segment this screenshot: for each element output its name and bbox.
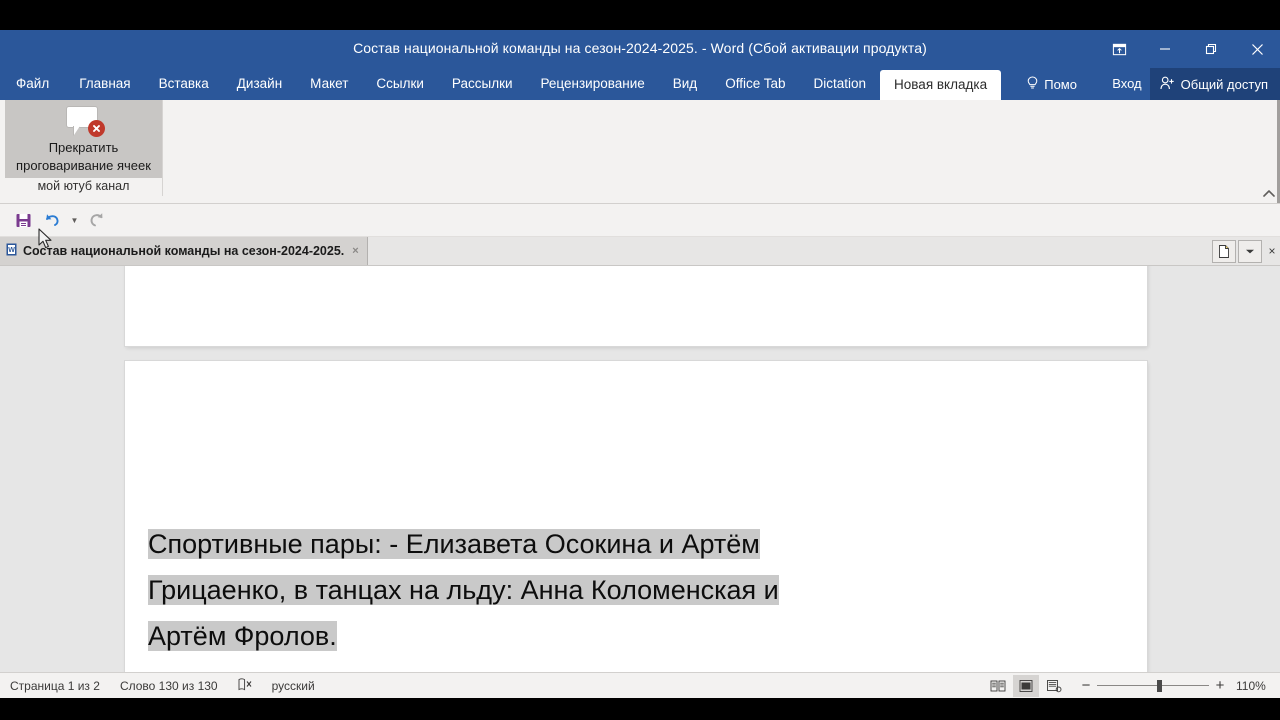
stop-speaking-cells-label: Прекратить проговаривание ячеек [16, 140, 151, 173]
svg-text:W: W [8, 247, 15, 254]
tab-mailings[interactable]: Рассылки [438, 68, 527, 100]
ribbon-tab-strip: Файл Главная Вставка Дизайн Макет Ссылки… [0, 68, 1280, 100]
ribbon-group-label: мой ютуб канал [37, 179, 130, 193]
status-bar: Страница 1 из 2 Слово 130 из 130 русский… [0, 672, 1280, 698]
quick-access-toolbar: ▼ [0, 204, 1280, 237]
share-person-icon [1160, 76, 1175, 93]
tab-insert[interactable]: Вставка [145, 68, 223, 100]
tell-me-box[interactable]: Помо [1018, 68, 1104, 100]
office-tab-bar: W Состав национальной команды на сезон-2… [0, 237, 1280, 266]
screen-letterbox-top [0, 0, 1280, 30]
document-tab-title: Состав национальной команды на сезон-202… [23, 244, 345, 258]
document-line-3-text: Артём Фролов. [148, 621, 337, 651]
stop-speaking-cells-button[interactable]: Прекратить проговаривание ячеек [5, 100, 162, 178]
office-tab-bar-controls: × [1212, 237, 1280, 265]
ribbon-display-options-icon[interactable] [1096, 30, 1142, 68]
screen: Состав национальной команды на сезон-202… [0, 0, 1280, 720]
new-document-icon[interactable] [1212, 239, 1236, 263]
speech-bubble-error-icon [63, 106, 105, 138]
close-icon[interactable] [1234, 30, 1280, 68]
document-line-1: Спортивные пары: - Елизавета Осокина и А… [148, 521, 908, 567]
save-icon[interactable] [10, 207, 36, 233]
error-badge-icon [87, 120, 105, 137]
zoom-slider-thumb[interactable] [1157, 679, 1162, 692]
zoom-slider[interactable] [1097, 679, 1209, 693]
tab-design[interactable]: Дизайн [223, 68, 296, 100]
undo-icon[interactable] [39, 207, 65, 233]
word-window: Состав национальной команды на сезон-202… [0, 30, 1280, 698]
collapse-ribbon-icon[interactable] [1262, 187, 1276, 201]
status-bar-right: − + 110% [985, 673, 1280, 698]
office-tab-menu-icon[interactable] [1238, 239, 1262, 263]
screen-letterbox-bottom [0, 698, 1280, 720]
page-indicator[interactable]: Страница 1 из 2 [0, 679, 110, 693]
tab-review[interactable]: Рецензирование [527, 68, 659, 100]
window-title: Состав национальной команды на сезон-202… [353, 40, 927, 56]
undo-dropdown-icon[interactable]: ▼ [68, 207, 81, 233]
document-line-1-text: Спортивные пары: - Елизавета Осокина и А… [148, 529, 760, 559]
minimize-icon[interactable] [1142, 30, 1188, 68]
tab-view[interactable]: Вид [659, 68, 711, 100]
ribbon-group-custom: Прекратить проговаривание ячеек мой ютуб… [5, 100, 163, 196]
window-controls [1096, 30, 1280, 68]
share-button[interactable]: Общий доступ [1149, 68, 1280, 100]
redo-icon[interactable] [84, 207, 110, 233]
tab-layout[interactable]: Макет [296, 68, 362, 100]
document-tab-close-icon[interactable]: × [352, 245, 358, 257]
view-web-layout-button[interactable] [1041, 675, 1067, 697]
title-bar: Состав национальной команды на сезон-202… [0, 30, 1280, 68]
tab-home[interactable]: Главная [65, 68, 144, 100]
page-1 [125, 266, 1147, 346]
word-count[interactable]: Слово 130 из 130 [110, 679, 228, 693]
tab-office-tab[interactable]: Office Tab [711, 68, 799, 100]
view-read-mode-button[interactable] [985, 675, 1011, 697]
word-document-icon: W [6, 243, 17, 259]
document-line-2-text: Грицаенко, в танцах на льду: Анна Коломе… [148, 575, 779, 605]
document-tab[interactable]: W Состав национальной команды на сезон-2… [0, 237, 368, 265]
view-print-layout-button[interactable] [1013, 674, 1039, 697]
zoom-control[interactable]: − + 110% [1075, 678, 1276, 693]
tell-me-label: Помо [1044, 76, 1077, 92]
document-line-3: Артём Фролов. [148, 613, 908, 659]
restore-icon[interactable] [1188, 30, 1234, 68]
tab-references[interactable]: Ссылки [362, 68, 438, 100]
document-line-2: Грицаенко, в танцах на льду: Анна Коломе… [148, 567, 908, 613]
sign-in-button[interactable]: Вход [1104, 68, 1149, 100]
language-indicator[interactable]: русский [262, 679, 325, 693]
ribbon-tab-strip-right: Помо Вход Общий доступ [1018, 68, 1280, 100]
zoom-in-button[interactable]: + [1209, 678, 1231, 693]
lightbulb-icon [1026, 75, 1039, 93]
office-tab-close-all-icon[interactable]: × [1264, 241, 1280, 262]
tab-file[interactable]: Файл [0, 68, 65, 100]
zoom-percentage[interactable]: 110% [1231, 679, 1276, 693]
document-canvas[interactable]: Спортивные пары: - Елизавета Осокина и А… [0, 266, 1280, 698]
tab-new-tab[interactable]: Новая вкладка [880, 70, 1002, 100]
proofing-errors-icon[interactable] [228, 677, 262, 694]
ribbon-body: Прекратить проговаривание ячеек мой ютуб… [0, 100, 1280, 249]
share-label: Общий доступ [1180, 76, 1268, 92]
document-body-text[interactable]: Спортивные пары: - Елизавета Осокина и А… [148, 521, 908, 659]
zoom-out-button[interactable]: − [1075, 678, 1097, 693]
tab-dictation[interactable]: Dictation [800, 68, 881, 100]
